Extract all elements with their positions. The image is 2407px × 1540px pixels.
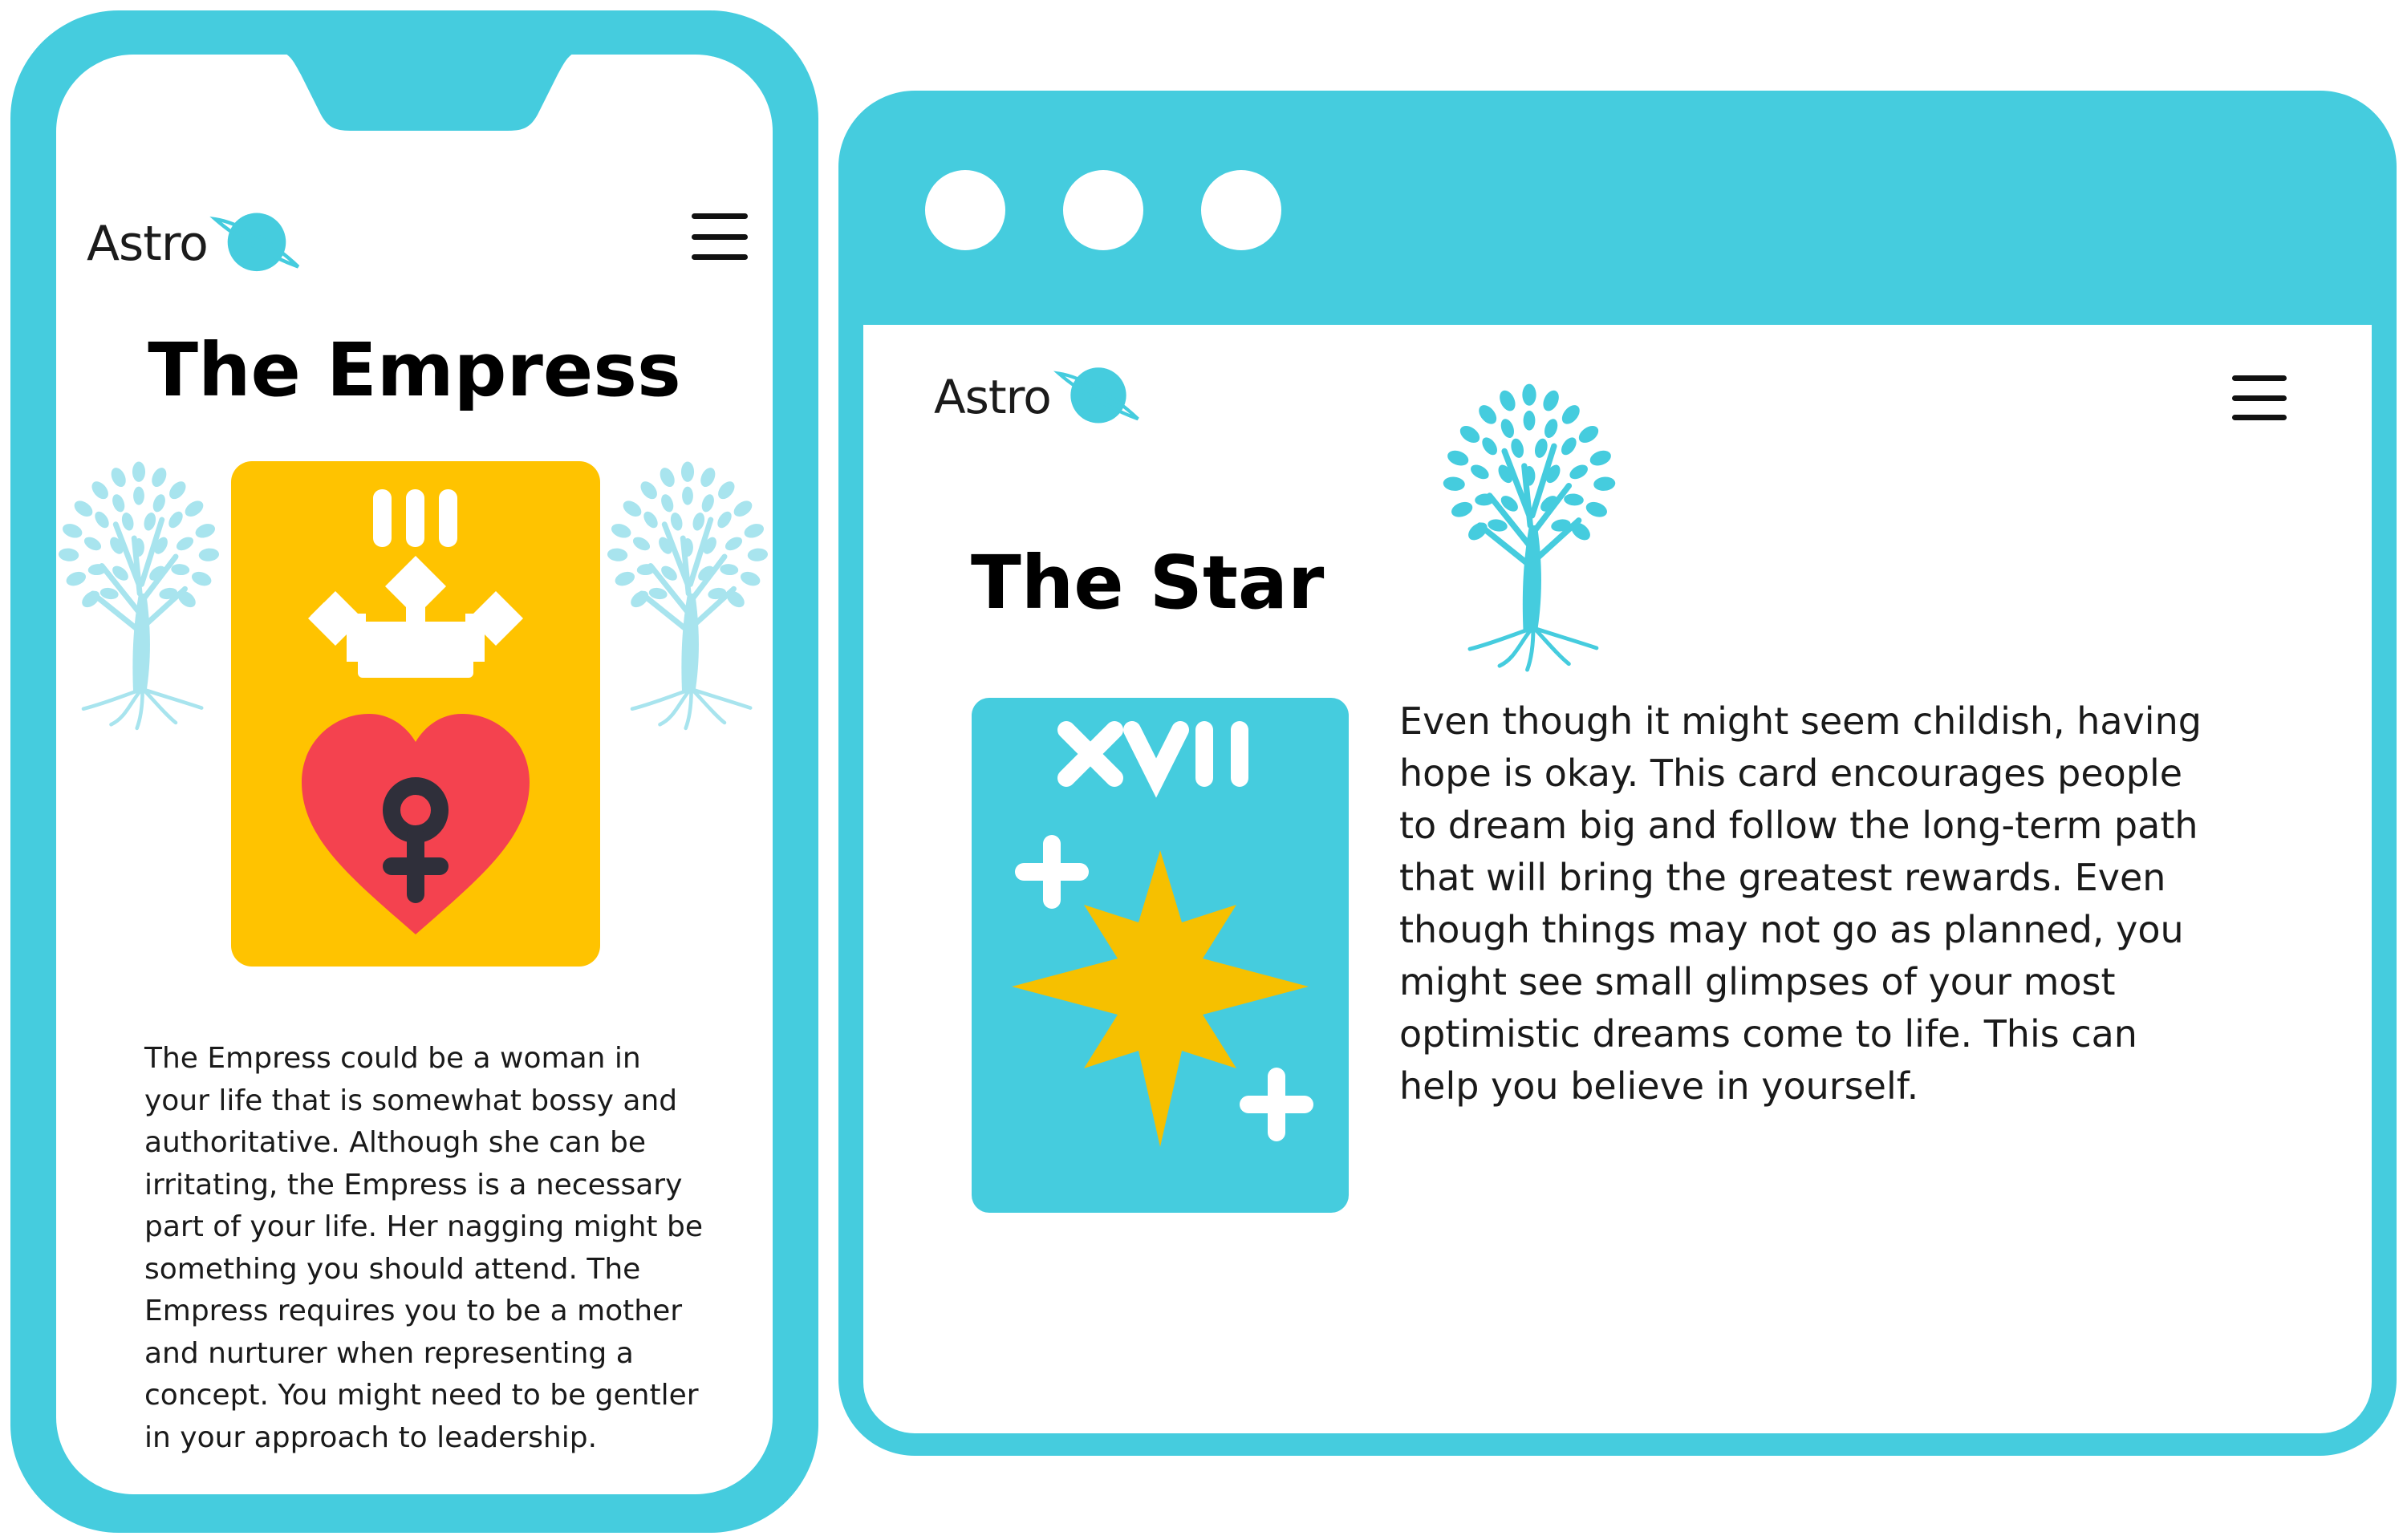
card-description: Even though it might seem childish, havi… bbox=[1399, 699, 2202, 1108]
brand-name: Astro bbox=[87, 216, 209, 272]
brand-name: Astro bbox=[934, 370, 1052, 424]
empress-tarot-card[interactable] bbox=[231, 461, 600, 967]
planet-icon bbox=[205, 209, 309, 279]
hamburger-menu-icon[interactable] bbox=[2232, 375, 2287, 420]
astro-logo[interactable]: Astro bbox=[87, 209, 309, 279]
astro-logo[interactable]: Astro bbox=[934, 363, 1149, 431]
browser-content: Astro The Star Even though it might seem… bbox=[863, 325, 2372, 1433]
planet-icon bbox=[1048, 363, 1149, 431]
page-title: The Star bbox=[971, 540, 1325, 626]
phone-screen: Astro The Empress The Empress could be a… bbox=[56, 55, 773, 1494]
numeral-iii-icon bbox=[373, 489, 457, 547]
tree-icon bbox=[56, 452, 231, 735]
phone-notch bbox=[286, 55, 572, 131]
window-dot[interactable] bbox=[1201, 170, 1281, 250]
page-title: The Empress bbox=[148, 327, 681, 413]
star-tarot-card[interactable] bbox=[972, 698, 1349, 1213]
hamburger-menu-icon[interactable] bbox=[692, 213, 748, 260]
card-description: The Empress could be a woman in your lif… bbox=[144, 1042, 703, 1454]
tree-icon bbox=[1393, 377, 1666, 674]
window-dot[interactable] bbox=[1063, 170, 1143, 250]
window-dot[interactable] bbox=[925, 170, 1005, 250]
tree-icon bbox=[595, 452, 773, 735]
